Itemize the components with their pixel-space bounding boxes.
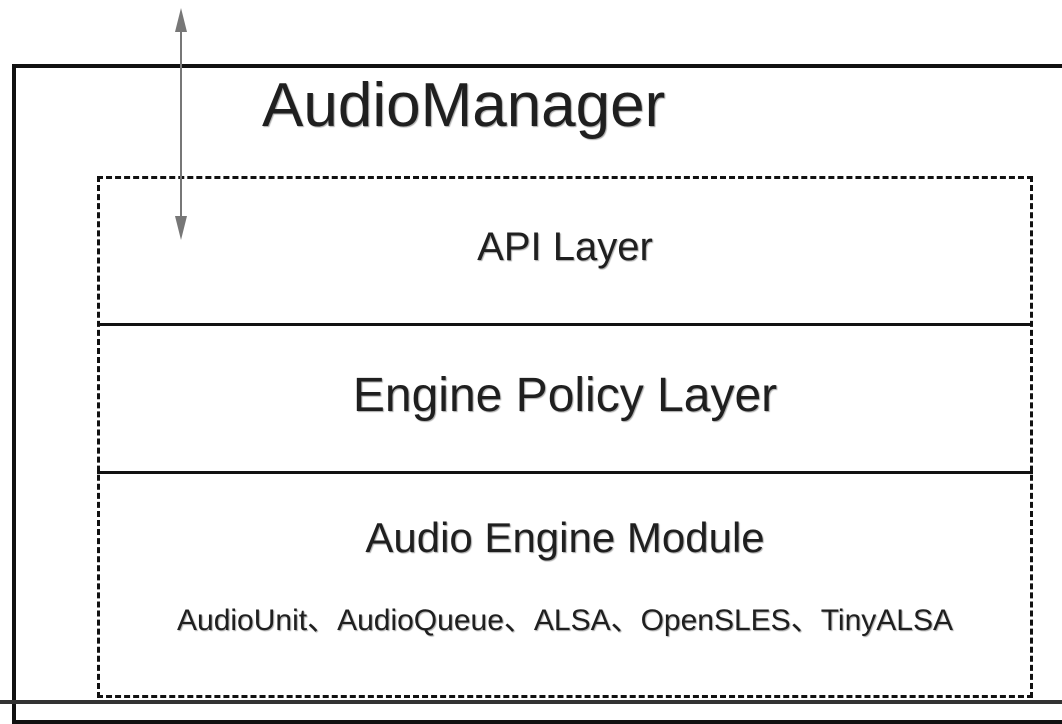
audio-manager-diagram: AudioManager API Layer Engine Policy Lay…	[0, 0, 1062, 724]
layer-divider-api-policy	[97, 323, 1033, 326]
api-layer-label: API Layer	[477, 225, 653, 269]
bottom-edge-bar	[0, 700, 1062, 704]
audio-engine-module-label: Audio Engine Module	[365, 514, 765, 561]
diagram-title: AudioManager	[262, 71, 666, 140]
engine-policy-layer-label: Engine Policy Layer	[352, 369, 778, 422]
layer-divider-policy-engine	[97, 471, 1033, 474]
audio-backends-list: AudioUnit、AudioQueue、ALSA、OpenSLES、TinyA…	[177, 604, 953, 637]
double-headed-arrow-icon	[175, 8, 187, 240]
